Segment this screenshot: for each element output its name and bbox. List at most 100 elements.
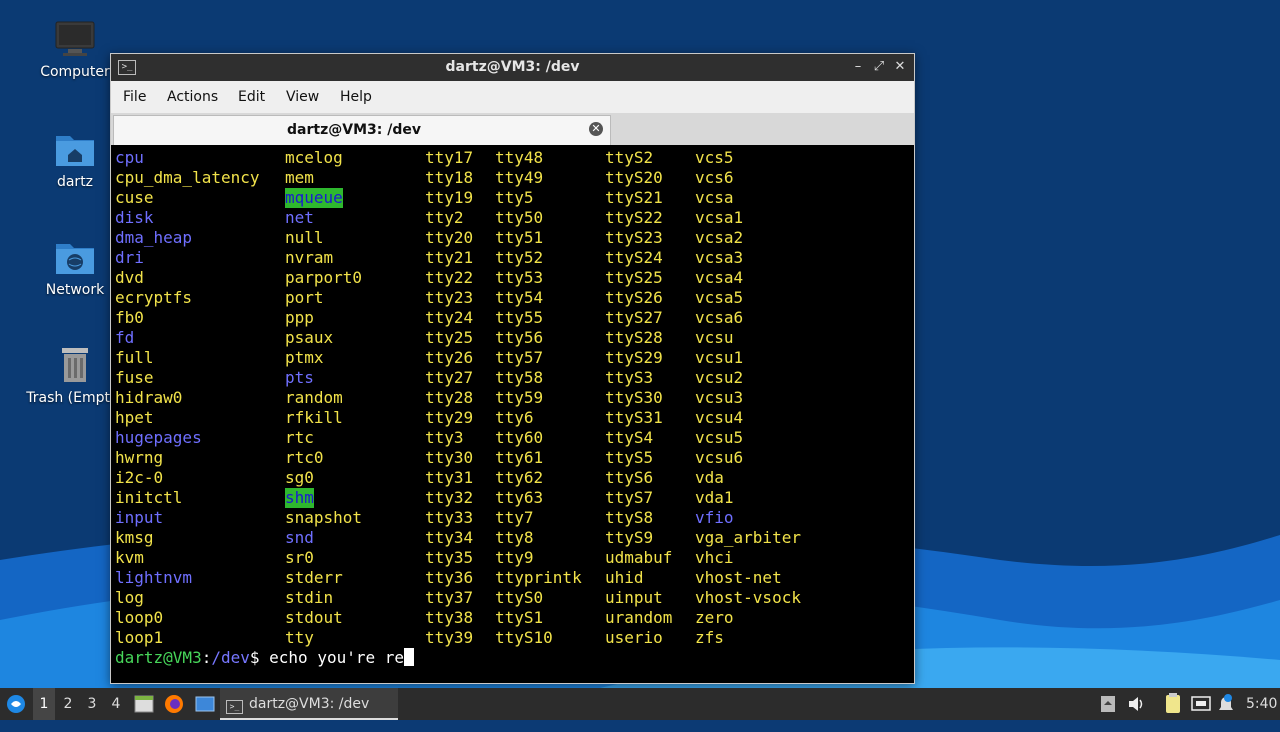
ls-entry: tty39	[425, 628, 474, 647]
ls-entry: ttyS26	[605, 288, 663, 307]
network-tray-icon[interactable]	[1190, 688, 1212, 720]
ls-entry: tty38	[425, 608, 474, 627]
taskbar-item-terminal[interactable]: >_ dartz@VM3: /dev	[220, 688, 398, 720]
ls-entry: tty31	[425, 468, 474, 487]
ls-entry: full	[115, 348, 154, 367]
ls-entry: tty9	[495, 548, 534, 567]
ls-entry: tty60	[495, 428, 544, 447]
ls-entry: ttyS3	[605, 368, 654, 387]
ls-entry: hidraw0	[115, 388, 183, 407]
ls-entry: tty2	[425, 208, 464, 227]
ls-entry: shm	[285, 488, 314, 508]
storage-tray-icon[interactable]	[1098, 688, 1118, 720]
clipboard-icon[interactable]	[1163, 688, 1183, 720]
ls-entry: vcsu4	[695, 408, 744, 427]
ls-entry: vhost-vsock	[695, 588, 801, 607]
ls-entry: tty19	[425, 188, 474, 207]
start-menu-button[interactable]	[4, 688, 28, 720]
workspace-2[interactable]: 2	[57, 688, 79, 720]
ls-entry: rfkill	[285, 408, 343, 427]
menu-help[interactable]: Help	[340, 89, 372, 105]
ls-entry: tty25	[425, 328, 474, 347]
ls-entry: rtc	[285, 428, 314, 447]
tab-label: dartz@VM3: /dev	[287, 122, 421, 138]
ls-entry: tty51	[495, 228, 544, 247]
ls-entry: fb0	[115, 308, 144, 327]
ls-entry: vcs5	[695, 148, 734, 167]
update-notifier-icon[interactable]	[1216, 688, 1236, 720]
ls-entry: hpet	[115, 408, 154, 427]
menu-file[interactable]: File	[123, 89, 146, 105]
trash-icon	[54, 344, 96, 386]
volume-icon[interactable]	[1126, 688, 1146, 720]
network-folder-icon	[54, 236, 96, 278]
ls-entry: ttyS8	[605, 508, 654, 527]
prompt-path: /dev	[211, 648, 250, 667]
ls-entry: tty30	[425, 448, 474, 467]
ls-entry: tty6	[495, 408, 534, 427]
ls-entry: tty20	[425, 228, 474, 247]
prompt-colon: :	[201, 648, 212, 667]
ls-entry: ppp	[285, 308, 314, 327]
ls-entry: loop0	[115, 608, 164, 627]
ls-entry: ttyS29	[605, 348, 663, 367]
ls-entry: lightnvm	[115, 568, 193, 587]
ls-entry: rtc0	[285, 448, 324, 467]
ls-entry: net	[285, 208, 314, 227]
ls-entry: udmabuf	[605, 548, 673, 567]
ls-entry: tty61	[495, 448, 544, 467]
text-cursor	[404, 648, 415, 666]
terminal-window[interactable]: >_ dartz@VM3: /dev – ⤢ ✕ File Actions Ed…	[110, 53, 915, 684]
file-manager-icon[interactable]	[134, 688, 154, 720]
ls-entry: ttyS31	[605, 408, 663, 427]
show-desktop-icon[interactable]	[194, 688, 216, 720]
maximize-button[interactable]: ⤢	[870, 58, 888, 76]
firefox-icon[interactable]	[163, 688, 185, 720]
close-button[interactable]: ✕	[891, 58, 909, 76]
tab-terminal[interactable]: dartz@VM3: /dev ✕	[113, 115, 611, 145]
ls-entry: tty26	[425, 348, 474, 367]
ls-entry: ecryptfs	[115, 288, 193, 307]
ls-entry: tty56	[495, 328, 544, 347]
ls-entry: tty37	[425, 588, 474, 607]
ls-entry: port	[285, 288, 324, 307]
workspace-1[interactable]: 1	[33, 688, 55, 720]
ls-entry: vcsa6	[695, 308, 744, 327]
taskbar: 1 2 3 4 >_ dartz@VM3: /dev 5:40	[0, 688, 1280, 720]
menu-edit[interactable]: Edit	[238, 89, 265, 105]
ls-entry: random	[285, 388, 343, 407]
window-titlebar[interactable]: >_ dartz@VM3: /dev – ⤢ ✕	[111, 54, 914, 81]
window-title: dartz@VM3: /dev	[445, 59, 580, 75]
minimize-button[interactable]: –	[849, 58, 867, 76]
terminal-output[interactable]: cpu cpu_dma_latency cuse disk dma_heap dri dvd…	[115, 148, 910, 680]
workspace-4[interactable]: 4	[105, 688, 127, 720]
ls-entry: zfs	[695, 628, 724, 647]
ls-entry: ttyS23	[605, 228, 663, 247]
menu-actions[interactable]: Actions	[167, 89, 218, 105]
clock[interactable]: 5:40	[1246, 688, 1277, 720]
ls-entry: tty53	[495, 268, 544, 287]
prompt-line: dartz@VM3:/dev$ echo you're re	[115, 648, 415, 668]
ls-entry: ttyS27	[605, 308, 663, 327]
home-folder-icon	[54, 128, 96, 170]
ls-entry: vcsa4	[695, 268, 744, 287]
ls-entry: cuse	[115, 188, 154, 207]
ls-entry: ptmx	[285, 348, 324, 367]
menu-view[interactable]: View	[286, 89, 319, 105]
ls-entry: initctl	[115, 488, 183, 507]
workspace-3[interactable]: 3	[81, 688, 103, 720]
ls-entry: ttyS28	[605, 328, 663, 347]
ls-entry: tty29	[425, 408, 474, 427]
ls-entry: parport0	[285, 268, 363, 287]
tab-close-icon[interactable]: ✕	[589, 122, 603, 136]
command-input[interactable]: echo you're re	[260, 648, 404, 667]
ls-entry: ttyS1	[495, 608, 544, 627]
ls-entry: cpu_dma_latency	[115, 168, 260, 187]
ls-entry: zero	[695, 608, 734, 627]
ls-entry: stderr	[285, 568, 343, 587]
ls-entry: i2c-0	[115, 468, 164, 487]
ls-entry: tty50	[495, 208, 544, 227]
ls-entry: hwrng	[115, 448, 164, 467]
ls-entry: tty48	[495, 148, 544, 167]
ls-entry: tty	[285, 628, 314, 647]
